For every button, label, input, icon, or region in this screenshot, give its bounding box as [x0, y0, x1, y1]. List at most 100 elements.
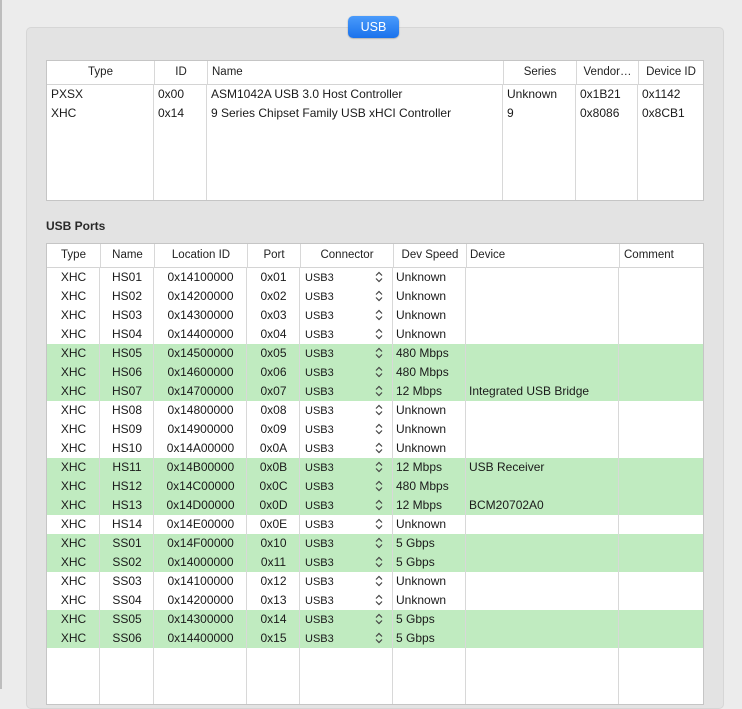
connector-select[interactable]: USB3 [300, 287, 393, 306]
port-device [469, 268, 619, 287]
port-row[interactable]: XHC HS08 0x14800000 0x08 USB3 Unknown [47, 401, 703, 420]
port-device [469, 553, 619, 572]
port-row[interactable]: XHC HS02 0x14200000 0x02 USB3 Unknown [47, 287, 703, 306]
port-row[interactable]: XHC HS06 0x14600000 0x06 USB3 480 Mbps [47, 363, 703, 382]
port-number: 0x11 [260, 555, 287, 569]
port-dev-speed: 12 Mbps [396, 498, 443, 512]
port-comment[interactable] [623, 344, 703, 363]
port-comment[interactable] [623, 591, 703, 610]
port-comment[interactable] [623, 458, 703, 477]
port-row[interactable]: XHC SS05 0x14300000 0x14 USB3 5 Gbps [47, 610, 703, 629]
port-device [469, 306, 619, 325]
port-row[interactable]: XHC HS01 0x14100000 0x01 USB3 Unknown [47, 268, 703, 287]
port-comment[interactable] [623, 496, 703, 515]
col-header-device[interactable]: Device [466, 244, 619, 267]
port-device [469, 439, 619, 458]
connector-select[interactable]: USB3 [300, 344, 393, 363]
col-header-port[interactable]: Port [247, 244, 300, 267]
connector-select[interactable]: USB3 [300, 572, 393, 591]
port-location-id: 0x14000000 [167, 555, 234, 569]
port-comment[interactable] [623, 420, 703, 439]
col-header-series[interactable]: Series [503, 61, 576, 84]
port-number: 0x03 [260, 308, 287, 322]
port-dev-speed: 12 Mbps [396, 460, 443, 474]
port-row[interactable]: XHC SS04 0x14200000 0x13 USB3 Unknown [47, 591, 703, 610]
connector-select[interactable]: USB3 [300, 382, 393, 401]
port-comment[interactable] [623, 268, 703, 287]
port-row[interactable]: XHC HS04 0x14400000 0x04 USB3 Unknown [47, 325, 703, 344]
port-row[interactable]: XHC HS14 0x14E00000 0x0E USB3 Unknown [47, 515, 703, 534]
port-location-id: 0x14700000 [167, 384, 234, 398]
port-comment[interactable] [623, 629, 703, 648]
col-header-type[interactable]: Type [47, 244, 100, 267]
port-row[interactable]: XHC HS13 0x14D00000 0x0D USB3 12 Mbps BCM20702… [47, 496, 703, 515]
updown-chevron-icon [375, 423, 387, 439]
port-row[interactable]: XHC HS03 0x14300000 0x03 USB3 Unknown [47, 306, 703, 325]
connector-select[interactable]: USB3 [300, 268, 393, 287]
controller-row[interactable]: PXSX 0x00 ASM1042A USB 3.0 Host Controller… [47, 85, 703, 104]
connector-value: USB3 [305, 272, 334, 284]
connector-select[interactable]: USB3 [300, 591, 393, 610]
connector-select[interactable]: USB3 [300, 439, 393, 458]
port-name: HS01 [111, 270, 143, 284]
col-header-connector[interactable]: Connector [300, 244, 393, 267]
port-name: HS07 [111, 384, 143, 398]
col-header-device-id[interactable]: Device ID [638, 61, 703, 84]
port-row[interactable]: XHC SS03 0x14100000 0x12 USB3 Unknown [47, 572, 703, 591]
connector-select[interactable]: USB3 [300, 534, 393, 553]
connector-select[interactable]: USB3 [300, 629, 393, 648]
port-comment[interactable] [623, 287, 703, 306]
connector-select[interactable]: USB3 [300, 420, 393, 439]
col-header-location-id[interactable]: Location ID [154, 244, 247, 267]
col-header-dev-speed[interactable]: Dev Speed [393, 244, 466, 267]
col-header-type[interactable]: Type [47, 61, 154, 84]
connector-select[interactable]: USB3 [300, 458, 393, 477]
col-header-name[interactable]: Name [100, 244, 154, 267]
port-row[interactable]: XHC HS11 0x14B00000 0x0B USB3 12 Mbps USB Rece… [47, 458, 703, 477]
port-row[interactable]: XHC HS05 0x14500000 0x05 USB3 480 Mbps [47, 344, 703, 363]
port-comment[interactable] [623, 325, 703, 344]
connector-select[interactable]: USB3 [300, 496, 393, 515]
col-header-name[interactable]: Name [207, 61, 503, 84]
controller-row[interactable]: XHC 0x14 9 Series Chipset Family USB xHCI … [47, 104, 703, 123]
col-header-comment[interactable]: Comment [619, 244, 703, 267]
port-dev-speed: Unknown [396, 422, 447, 436]
connector-select[interactable]: USB3 [300, 306, 393, 325]
updown-chevron-icon [375, 556, 387, 572]
port-comment[interactable] [623, 477, 703, 496]
port-comment[interactable] [623, 382, 703, 401]
connector-select[interactable]: USB3 [300, 401, 393, 420]
port-row[interactable]: XHC HS07 0x14700000 0x07 USB3 12 Mbps Integrat… [47, 382, 703, 401]
port-device: BCM20702A0 [469, 498, 544, 512]
port-dev-speed: 480 Mbps [396, 365, 449, 379]
port-type: XHC [60, 593, 87, 607]
port-comment[interactable] [623, 401, 703, 420]
port-comment[interactable] [623, 610, 703, 629]
port-comment[interactable] [623, 515, 703, 534]
port-type: XHC [60, 631, 87, 645]
connector-select[interactable]: USB3 [300, 477, 393, 496]
port-dev-speed: 5 Gbps [396, 612, 435, 626]
port-comment[interactable] [623, 534, 703, 553]
port-row[interactable]: XHC SS02 0x14000000 0x11 USB3 5 Gbps [47, 553, 703, 572]
port-row[interactable]: XHC HS09 0x14900000 0x09 USB3 Unknown [47, 420, 703, 439]
port-row[interactable]: XHC HS10 0x14A00000 0x0A USB3 Unknown [47, 439, 703, 458]
port-comment[interactable] [623, 572, 703, 591]
port-row[interactable]: XHC HS12 0x14C00000 0x0C USB3 480 Mbps [47, 477, 703, 496]
connector-select[interactable]: USB3 [300, 363, 393, 382]
connector-select[interactable]: USB3 [300, 553, 393, 572]
col-header-vendor[interactable]: Vendor… [576, 61, 638, 84]
connector-select[interactable]: USB3 [300, 515, 393, 534]
port-row[interactable]: XHC SS01 0x14F00000 0x10 USB3 5 Gbps [47, 534, 703, 553]
port-comment[interactable] [623, 306, 703, 325]
port-comment[interactable] [623, 439, 703, 458]
tab-usb[interactable]: USB [348, 16, 399, 38]
port-comment[interactable] [623, 553, 703, 572]
connector-select[interactable]: USB3 [300, 325, 393, 344]
col-header-id[interactable]: ID [154, 61, 207, 84]
port-row[interactable]: XHC SS06 0x14400000 0x15 USB3 5 Gbps [47, 629, 703, 648]
connector-value: USB3 [305, 576, 334, 588]
connector-value: USB3 [305, 291, 334, 303]
connector-select[interactable]: USB3 [300, 610, 393, 629]
port-comment[interactable] [623, 363, 703, 382]
